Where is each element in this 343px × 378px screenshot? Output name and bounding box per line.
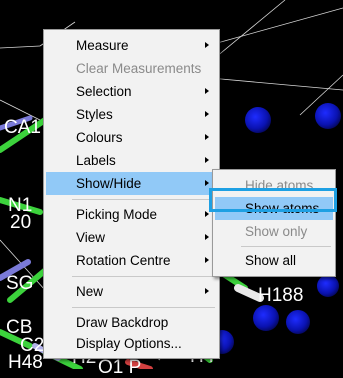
menu-item-label: Clear Measurements [76,61,202,76]
menu-item-label: Draw Backdrop [76,315,169,330]
menu-separator [72,276,215,277]
submenu-arrow-icon [205,88,209,94]
menu-item-rotation-centre[interactable]: Rotation Centre [46,249,217,272]
submenu-arrow-icon [205,288,209,294]
menu-item-labels[interactable]: Labels [46,149,217,172]
submenu-item-show-only[interactable]: Show only [215,220,333,243]
submenu-arrow-icon [205,42,209,48]
menu-item-label: Styles [76,107,113,122]
menu-item-display-options[interactable]: Display Options... [46,332,217,355]
menu-item-label: Display Options... [76,336,182,351]
menu-item-picking-mode[interactable]: Picking Mode [46,203,217,226]
menu-item-label: Rotation Centre [76,253,171,268]
menu-item-new[interactable]: New [46,280,217,303]
menu-item-label: New [76,284,104,299]
submenu-arrow-icon [205,234,209,240]
submenu-arrow-icon [205,180,209,186]
menu-item-label: Show/Hide [76,176,142,191]
submenu-item-label: Hide atoms [245,178,314,193]
submenu-item-label: Show atoms [245,201,320,216]
menu-item-clear-measurements[interactable]: Clear Measurements [46,57,217,80]
submenu-item-label: Show only [245,224,308,239]
menu-item-show-hide[interactable]: Show/Hide [46,172,217,195]
menu-separator [72,307,215,308]
menu-item-label: Picking Mode [76,207,158,222]
menu-item-label: View [76,230,106,245]
submenu-arrow-icon [205,157,209,163]
submenu-arrow-icon [205,211,209,217]
submenu-item-show-atoms[interactable]: Show atoms [215,197,333,220]
submenu-arrow-icon [205,257,209,263]
menu-item-styles[interactable]: Styles [46,103,217,126]
submenu-item-hide-atoms[interactable]: Hide atoms [215,174,333,197]
submenu-arrow-icon [205,134,209,140]
menu-item-draw-backdrop[interactable]: Draw Backdrop [46,311,217,334]
menu-item-label: Measure [76,38,129,53]
context-menu: Measure Clear Measurements Selection Sty… [43,29,220,359]
menu-item-label: Labels [76,153,116,168]
menu-item-view[interactable]: View [46,226,217,249]
submenu-arrow-icon [205,111,209,117]
menu-item-colours[interactable]: Colours [46,126,217,149]
menu-separator [72,199,215,200]
menu-separator [241,246,331,247]
menu-item-selection[interactable]: Selection [46,80,217,103]
menu-item-label: Selection [76,84,132,99]
menu-item-label: Colours [76,130,123,145]
show-hide-submenu: Hide atoms Show atoms Show only Show all [212,169,336,277]
submenu-item-label: Show all [245,253,297,268]
submenu-item-show-all[interactable]: Show all [215,249,333,272]
menu-item-measure[interactable]: Measure [46,34,217,57]
